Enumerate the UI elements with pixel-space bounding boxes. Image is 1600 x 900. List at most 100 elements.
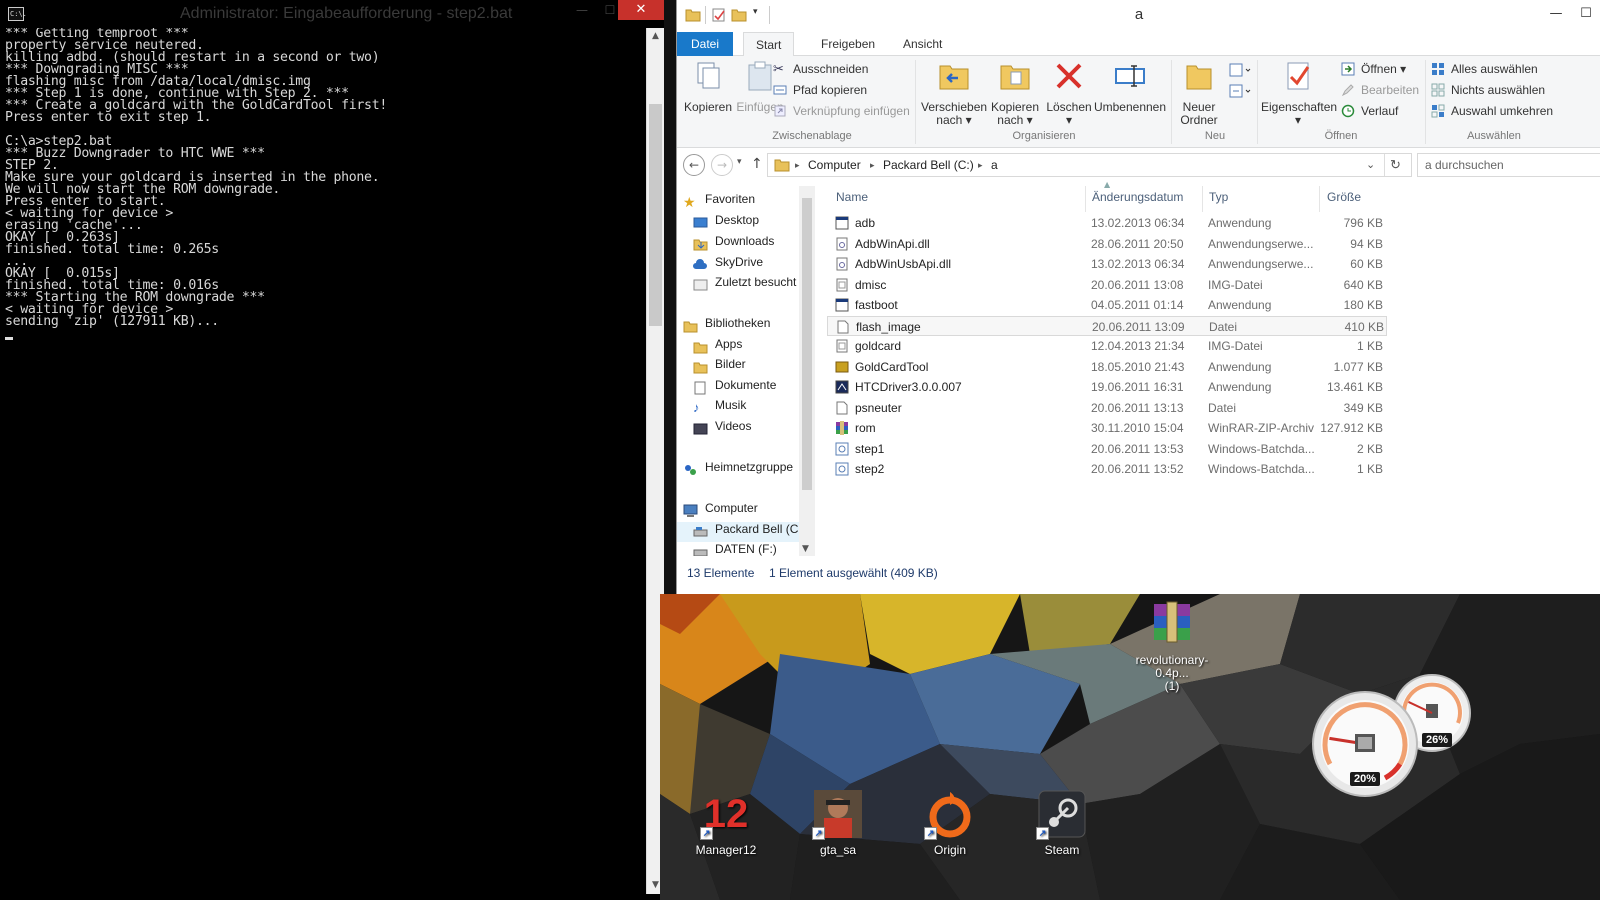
folder-icon	[774, 159, 790, 172]
history-button[interactable]: Verlauf	[1341, 102, 1398, 120]
nav-recent[interactable]: Zuletzt besucht	[693, 275, 796, 295]
file-icon	[836, 320, 850, 334]
copy-button[interactable]: Kopieren	[683, 60, 733, 114]
copy-path-button[interactable]: Pfad kopieren	[773, 81, 867, 99]
desktop-shortcut-steam[interactable]: ↗ Steam	[1014, 790, 1110, 857]
search-input[interactable]: a durchsuchen	[1417, 153, 1600, 177]
column-name[interactable]: Name	[836, 190, 868, 204]
refresh-icon[interactable]: ↻	[1390, 154, 1401, 176]
file-size: 796 KB	[1343, 216, 1383, 230]
easy-access-icon[interactable]	[1229, 83, 1251, 99]
select-none-button[interactable]: Nichts auswählen	[1431, 81, 1545, 99]
maximize-button[interactable]: ☐	[1571, 4, 1600, 24]
file-row[interactable]: dmisc 20.06.2011 13:08 IMG-Datei 640 KB	[827, 275, 1387, 295]
nav-scrollbar[interactable]: ▼	[799, 186, 815, 556]
nav-computer[interactable]: Computer	[683, 501, 758, 521]
minimize-button[interactable]: —	[568, 0, 596, 20]
drive-icon	[693, 549, 708, 556]
properties-button[interactable]: Eigenschaften ▾	[1261, 60, 1337, 127]
nav-downloads[interactable]: Downloads	[693, 234, 774, 254]
copy-to-button[interactable]: Kopieren nach ▾	[987, 60, 1043, 127]
edit-button[interactable]: Bearbeiten	[1341, 81, 1419, 99]
move-to-button[interactable]: Verschieben nach ▾	[921, 60, 987, 127]
select-group-label: Auswählen	[1467, 130, 1521, 142]
select-all-button[interactable]: Alles auswählen	[1431, 60, 1538, 78]
batch-file-icon	[835, 462, 849, 476]
navigation-pane: ★ Favoriten Desktop Downloads SkyDrive Zu…	[677, 186, 817, 556]
new-folder-button[interactable]: Neuer Ordner	[1177, 60, 1221, 127]
file-type: Anwendungserwe...	[1208, 257, 1314, 271]
file-row[interactable]: psneuter 20.06.2011 13:13 Datei 349 KB	[827, 398, 1387, 418]
scrollbar-thumb[interactable]	[649, 104, 662, 326]
desktop-shortcut-origin[interactable]: ↗ Origin	[902, 790, 998, 857]
up-button[interactable]: ↑	[751, 156, 763, 172]
desktop[interactable]: revolutionary-0.4p... (1) 20% 26% 12 ↗ M…	[660, 594, 1600, 900]
nav-apps[interactable]: Apps	[693, 337, 742, 357]
selection-info: 1 Element ausgewählt (409 KB)	[769, 566, 938, 580]
invert-selection-button[interactable]: Auswahl umkehren	[1431, 102, 1553, 120]
file-row[interactable]: AdbWinApi.dll 28.06.2011 20:50 Anwendungse…	[827, 234, 1387, 254]
cpu-meter-gadget[interactable]: 20% 26%	[1310, 668, 1480, 798]
rename-button[interactable]: Umbenennen	[1093, 60, 1167, 114]
desktop-shortcut-gta-sa[interactable]: ↗ gta_sa	[790, 790, 886, 857]
nav-drive-f[interactable]: DATEN (F:)	[693, 542, 777, 556]
file-row[interactable]: goldcard 12.04.2013 21:34 IMG-Datei 1 KB	[827, 336, 1387, 356]
column-date[interactable]: Änderungsdatum	[1092, 190, 1183, 204]
column-type[interactable]: Typ	[1209, 190, 1228, 204]
explorer-titlebar[interactable]: ▾ a — ☐	[677, 0, 1600, 30]
address-dropdown-icon[interactable]: ⌄	[1366, 154, 1375, 176]
cut-button[interactable]: ✂ Ausschneiden	[773, 60, 868, 78]
nav-pictures[interactable]: Bilder	[693, 357, 746, 377]
cmd-icon: C:\.	[8, 7, 27, 21]
tab-view[interactable]: Ansicht	[891, 32, 954, 56]
file-row[interactable]: adb 13.02.2013 06:34 Anwendung 796 KB	[827, 213, 1387, 233]
scrollbar-thumb[interactable]	[802, 198, 812, 490]
close-button[interactable]: ✕	[618, 0, 664, 20]
file-row[interactable]: flash_image 20.06.2011 13:09 Datei 410 KB	[827, 315, 1387, 336]
desktop-shortcut-manager12[interactable]: 12 ↗ Manager12	[678, 790, 774, 857]
file-row[interactable]: fastboot 04.05.2011 01:14 Anwendung 180 KB	[827, 295, 1387, 315]
nav-skydrive[interactable]: SkyDrive	[693, 255, 763, 275]
nav-music[interactable]: ♪ Musik	[693, 398, 746, 418]
scroll-down-icon[interactable]: ▼	[802, 544, 809, 554]
recent-locations-icon[interactable]: ▾	[737, 157, 742, 167]
breadcrumb-computer[interactable]: Computer	[808, 154, 861, 176]
console-line: Press enter to exit step 1.	[5, 110, 212, 125]
back-button[interactable]: ←	[683, 154, 705, 176]
new-item-icon[interactable]	[1229, 62, 1251, 78]
file-row[interactable]: AdbWinUsbApi.dll 13.02.2013 06:34 Anwendun…	[827, 254, 1387, 274]
file-row[interactable]: HTCDriver3.0.0.007 19.06.2011 16:31 Anwend…	[827, 377, 1387, 397]
file-row[interactable]: step2 20.06.2011 13:52 Windows-Batchda... 1…	[827, 459, 1387, 479]
breadcrumb-folder[interactable]: a	[991, 154, 998, 176]
history-icon	[1341, 104, 1355, 118]
nav-videos[interactable]: Videos	[693, 419, 751, 439]
tab-start[interactable]: Start	[743, 32, 795, 57]
file-row[interactable]: rom 30.11.2010 15:04 WinRAR-ZIP-Archiv 127.…	[827, 418, 1387, 438]
nav-drive-c[interactable]: Packard Bell (C:)	[677, 522, 806, 542]
address-bar[interactable]: ▸ Computer ▸ Packard Bell (C:) ▸ a ⌄ ↻	[767, 153, 1412, 177]
open-group-label: Öffnen	[1324, 130, 1358, 142]
forward-button[interactable]: →	[711, 154, 733, 176]
file-row[interactable]: GoldCardTool 18.05.2010 21:43 Anwendung 1.0…	[827, 357, 1387, 377]
nav-documents[interactable]: Dokumente	[693, 378, 776, 398]
console-output[interactable]: *** Getting temproot *** property service…	[5, 28, 645, 894]
file-row[interactable]: step1 20.06.2011 13:53 Windows-Batchda... 2…	[827, 439, 1387, 459]
properties-icon	[1287, 62, 1310, 90]
column-size[interactable]: Größe	[1327, 190, 1361, 204]
open-button[interactable]: Öffnen ▾	[1341, 60, 1406, 78]
tab-file[interactable]: Datei	[677, 32, 733, 56]
breadcrumb-drive[interactable]: Packard Bell (C:)	[883, 154, 974, 176]
desktop-file-revolutionary[interactable]: revolutionary-0.4p... (1)	[1124, 600, 1220, 693]
screen: C:\. Administrator: Eingabeaufforderung …	[0, 0, 1600, 900]
nav-homegroup[interactable]: Heimnetzgruppe	[683, 460, 793, 480]
nav-favorites[interactable]: ★ Favoriten	[683, 192, 755, 212]
nav-libraries[interactable]: Bibliotheken	[683, 316, 770, 336]
paste-shortcut-button[interactable]: Verknüpfung einfügen	[773, 102, 910, 120]
file-date: 20.06.2011 13:53	[1091, 441, 1184, 456]
nav-desktop[interactable]: Desktop	[693, 213, 759, 233]
minimize-button[interactable]: —	[1541, 4, 1571, 24]
cmd-titlebar[interactable]: C:\. Administrator: Eingabeaufforderung …	[0, 0, 664, 28]
tab-share[interactable]: Freigeben	[809, 32, 887, 56]
delete-button[interactable]: Löschen ▾	[1045, 60, 1093, 127]
scroll-up-icon[interactable]: ▲	[647, 28, 664, 45]
